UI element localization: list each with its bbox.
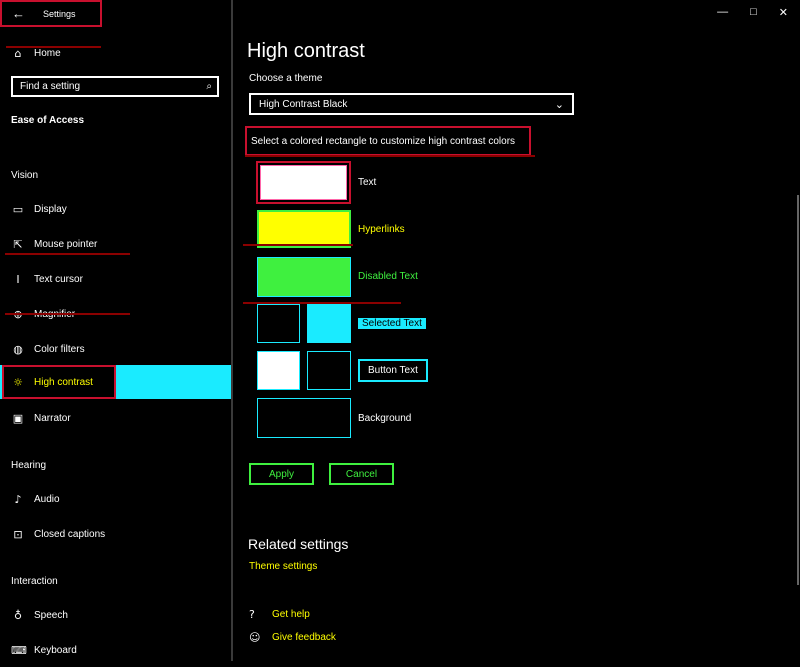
sidebar-item-closed-captions[interactable]: ⊡ Closed captions xyxy=(0,517,231,551)
chevron-down-icon: ⌄ xyxy=(554,97,564,111)
keyboard-icon: ⌨ xyxy=(11,643,27,657)
arrow-left-icon: ← xyxy=(12,6,25,21)
sun-icon: ☼ xyxy=(13,375,23,389)
theme-dropdown[interactable]: High Contrast Black ⌄ xyxy=(249,93,574,115)
sidebar-item-narrator[interactable]: ▣ Narrator xyxy=(0,401,231,435)
search-icon: ⌕ xyxy=(206,81,212,92)
button-text-foreground-swatch[interactable] xyxy=(257,351,300,390)
window-controls: — □ ✕ xyxy=(717,6,788,19)
sidebar-item-label: Display xyxy=(34,203,67,215)
related-settings-title: Related settings xyxy=(248,536,349,552)
highlight-line xyxy=(245,155,535,157)
get-help-row[interactable]: ? Get help xyxy=(249,608,310,621)
help-chat-icon: ? xyxy=(249,608,255,621)
section-interaction: Interaction xyxy=(11,576,58,587)
cancel-button[interactable]: Cancel xyxy=(329,463,394,485)
window-title: Settings xyxy=(43,8,76,19)
sidebar-item-home[interactable]: ⌂ Home xyxy=(0,36,231,70)
monitor-icon: ▭ xyxy=(12,202,24,216)
page-title: High contrast xyxy=(247,40,365,62)
background-swatch-label: Background xyxy=(358,413,412,424)
sidebar-item-display[interactable]: ▭ Display xyxy=(0,192,231,226)
feedback-icon: ☺ xyxy=(249,631,261,644)
text-cursor-icon: I xyxy=(16,272,20,286)
maximize-button[interactable]: □ xyxy=(750,6,757,19)
sidebar-item-color-filters[interactable]: ◍ Color filters xyxy=(0,332,231,366)
category-title: Ease of Access xyxy=(11,115,85,126)
section-vision: Vision xyxy=(11,170,39,181)
selected-text-foreground-swatch[interactable] xyxy=(257,304,300,343)
highlight-line xyxy=(5,253,130,255)
disabled-text-color-swatch[interactable] xyxy=(257,257,351,297)
sidebar-item-high-contrast[interactable]: ☼ High contrast xyxy=(0,365,231,399)
minimize-button[interactable]: — xyxy=(717,6,728,19)
sidebar-item-label: Audio xyxy=(34,493,60,505)
close-button[interactable]: ✕ xyxy=(779,6,788,19)
apply-button[interactable]: Apply xyxy=(249,463,314,485)
selected-text-background-swatch[interactable] xyxy=(307,304,351,343)
sidebar-item-audio[interactable]: ♪ Audio xyxy=(0,482,231,516)
text-color-swatch[interactable] xyxy=(260,165,347,200)
give-feedback-row[interactable]: ☺ Give feedback xyxy=(249,631,336,644)
sidebar-item-label: Home xyxy=(34,47,61,59)
sidebar-item-label: Keyboard xyxy=(34,644,77,656)
customize-hint: Select a colored rectangle to customize … xyxy=(245,126,531,156)
hyperlink-color-swatch[interactable] xyxy=(257,210,351,248)
sidebar-item-label: Closed captions xyxy=(34,528,106,540)
sidebar-item-label: Color filters xyxy=(34,343,85,355)
speaker-icon: ♪ xyxy=(14,492,22,506)
search-input[interactable] xyxy=(13,81,190,92)
theme-dropdown-value: High Contrast Black xyxy=(259,98,348,110)
sidebar-item-mouse-pointer[interactable]: ⇱ Mouse pointer xyxy=(0,227,231,261)
home-icon: ⌂ xyxy=(14,46,22,60)
highlight-line xyxy=(5,313,130,315)
scrollbar[interactable] xyxy=(797,195,799,585)
mouse-pointer-icon: ⇱ xyxy=(13,237,23,251)
sidebar-item-label: High contrast xyxy=(34,376,93,388)
theme-label: Choose a theme xyxy=(249,73,323,84)
sidebar-item-text-cursor[interactable]: I Text cursor xyxy=(0,262,231,296)
theme-settings-link[interactable]: Theme settings xyxy=(249,561,317,572)
sidebar-item-label: Text cursor xyxy=(34,273,83,285)
highlight-line xyxy=(243,244,353,246)
main-pane: — □ ✕ High contrast Choose a theme High … xyxy=(233,0,800,661)
section-hearing: Hearing xyxy=(11,460,47,471)
hint-text: Select a colored rectangle to customize … xyxy=(251,135,516,147)
disabled-text-swatch-label: Disabled Text xyxy=(358,271,418,282)
palette-icon: ◍ xyxy=(13,342,23,356)
narrator-icon: ▣ xyxy=(12,411,24,425)
sidebar-item-keyboard[interactable]: ⌨ Keyboard xyxy=(0,633,231,667)
sidebar: ← Settings ⌂ Home ⌕ Ease of Access Visio… xyxy=(0,0,231,661)
button-face-swatch[interactable] xyxy=(307,351,351,390)
sidebar-item-label: Mouse pointer xyxy=(34,238,98,250)
button-text-swatch-label: Button Text xyxy=(358,359,428,382)
background-color-swatch[interactable] xyxy=(257,398,351,438)
sidebar-item-label: Speech xyxy=(34,609,68,621)
hyperlinks-swatch-label: Hyperlinks xyxy=(358,224,405,235)
search-box[interactable]: ⌕ xyxy=(11,76,219,97)
sidebar-item-speech[interactable]: ♁ Speech xyxy=(0,598,231,632)
microphone-icon: ♁ xyxy=(13,608,23,622)
get-help-link[interactable]: Get help xyxy=(272,609,310,620)
back-button[interactable]: ← Settings xyxy=(0,0,102,27)
give-feedback-link[interactable]: Give feedback xyxy=(272,632,336,643)
captions-icon: ⊡ xyxy=(13,527,23,541)
text-swatch-label: Text xyxy=(358,177,377,188)
sidebar-item-label: Narrator xyxy=(34,412,71,424)
selected-text-swatch-label: Selected Text xyxy=(358,318,426,329)
